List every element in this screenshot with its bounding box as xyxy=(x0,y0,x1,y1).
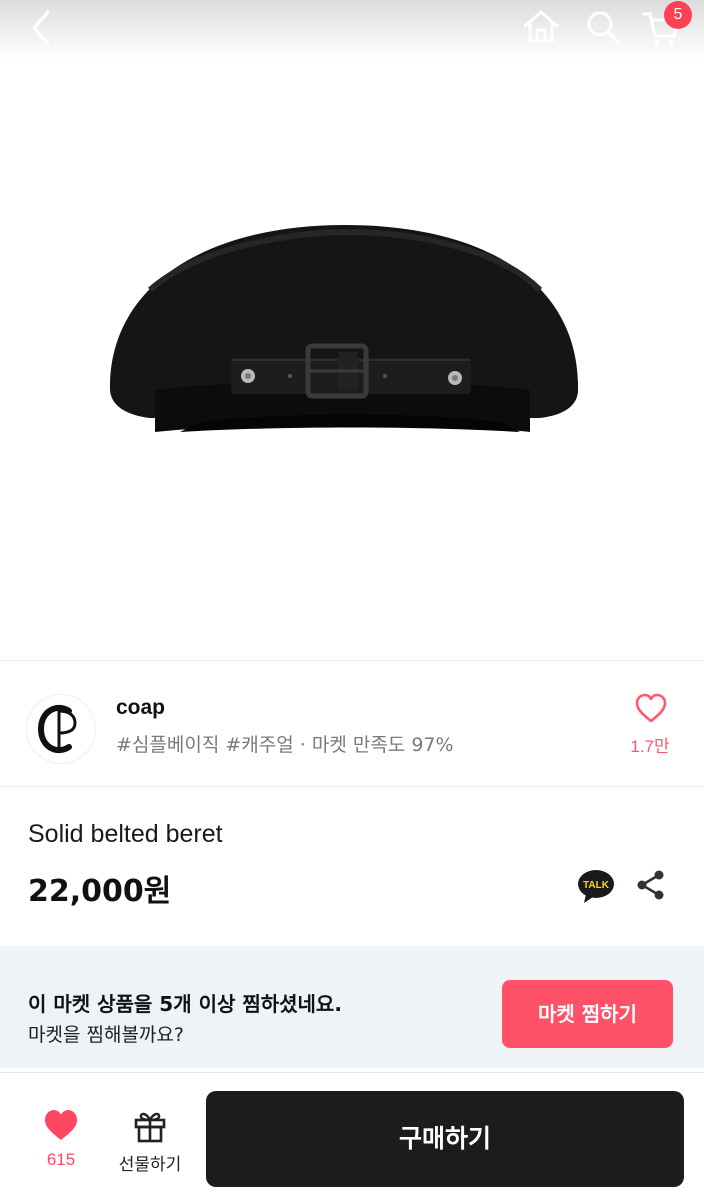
shop-logo[interactable] xyxy=(26,694,96,764)
heart-outline-icon xyxy=(635,693,667,723)
follow-market-button[interactable]: 마켓 찜하기 xyxy=(502,980,673,1048)
shop-logo-mark xyxy=(37,704,77,754)
gift-button[interactable]: 선물하기 xyxy=(110,1100,190,1176)
banner-subtitle: 마켓을 찜해볼까요? xyxy=(28,1024,184,1046)
gift-icon xyxy=(134,1112,166,1143)
share-icon xyxy=(637,870,664,900)
share-button[interactable] xyxy=(634,868,668,902)
divider xyxy=(0,660,704,661)
favorite-shop-button[interactable] xyxy=(634,692,668,724)
beret-image xyxy=(109,225,579,432)
banner-title: 이 마켓 상품을 5개 이상 찜하셨네요. xyxy=(28,992,342,1016)
product-price: 22,000원 xyxy=(28,874,172,909)
search-button[interactable] xyxy=(582,6,624,48)
buy-button[interactable]: 구매하기 xyxy=(206,1091,684,1187)
shop-tags: #심플베이직 #캐주얼 · 마켓 만족도 97% xyxy=(116,734,454,756)
shop-name[interactable]: coap xyxy=(116,696,165,720)
talk-label: TALK xyxy=(583,880,610,891)
cart-count-badge: 5 xyxy=(664,1,692,29)
kakao-talk-icon: TALK xyxy=(578,870,614,903)
product-title: Solid belted beret xyxy=(28,820,223,848)
like-button[interactable]: 615 xyxy=(28,1100,94,1176)
like-count: 615 xyxy=(46,1150,76,1169)
search-icon xyxy=(587,11,620,44)
top-bar: 5 xyxy=(0,0,704,60)
favorite-count: 1.7만 xyxy=(630,737,670,756)
home-button[interactable] xyxy=(520,6,562,48)
home-icon xyxy=(523,10,559,43)
gift-label: 선물하기 xyxy=(118,1155,182,1175)
heart-filled-icon xyxy=(45,1110,77,1140)
product-image[interactable] xyxy=(0,60,704,660)
chevron-left-icon xyxy=(32,10,50,46)
divider xyxy=(0,786,704,787)
kakao-talk-button[interactable]: TALK xyxy=(576,866,616,906)
back-button[interactable] xyxy=(22,8,62,48)
